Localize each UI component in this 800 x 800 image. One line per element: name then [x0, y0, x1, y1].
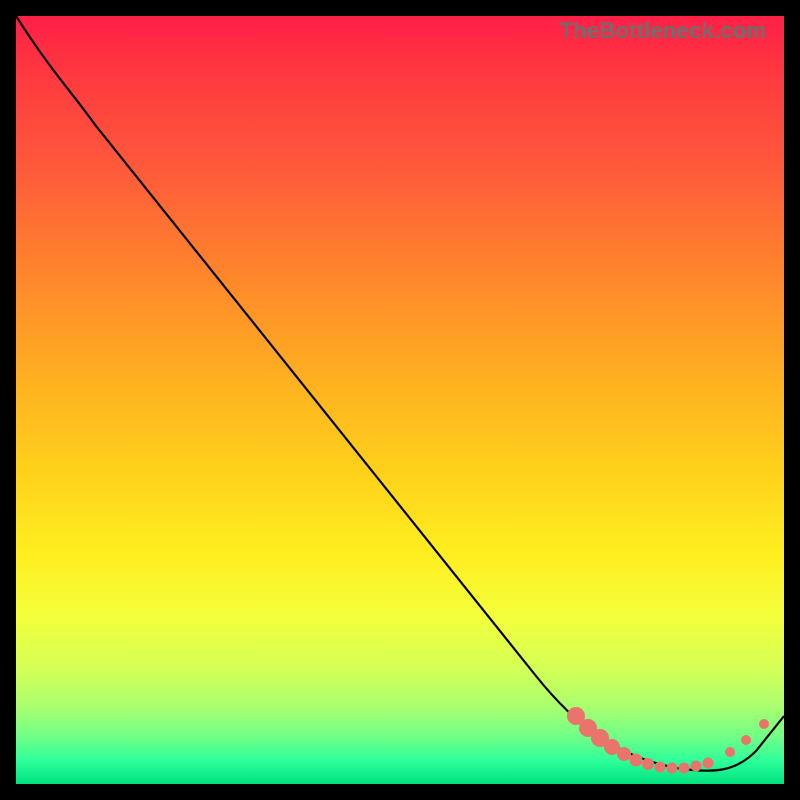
marker-dot [655, 762, 666, 773]
marker-dot [630, 754, 643, 767]
chart-overlay [16, 16, 784, 784]
marker-dot [679, 763, 690, 774]
marker-dot [667, 763, 678, 774]
bottleneck-curve [16, 16, 784, 771]
chart-frame: TheBottleneck.com [0, 0, 800, 800]
marker-dot [703, 758, 714, 769]
plot-area: TheBottleneck.com [16, 16, 784, 784]
marker-dot [691, 761, 702, 772]
marker-dot [741, 735, 751, 745]
marker-dot [725, 747, 735, 757]
marker-dot [617, 747, 631, 761]
marker-dot [642, 758, 654, 770]
marker-dot [759, 719, 769, 729]
